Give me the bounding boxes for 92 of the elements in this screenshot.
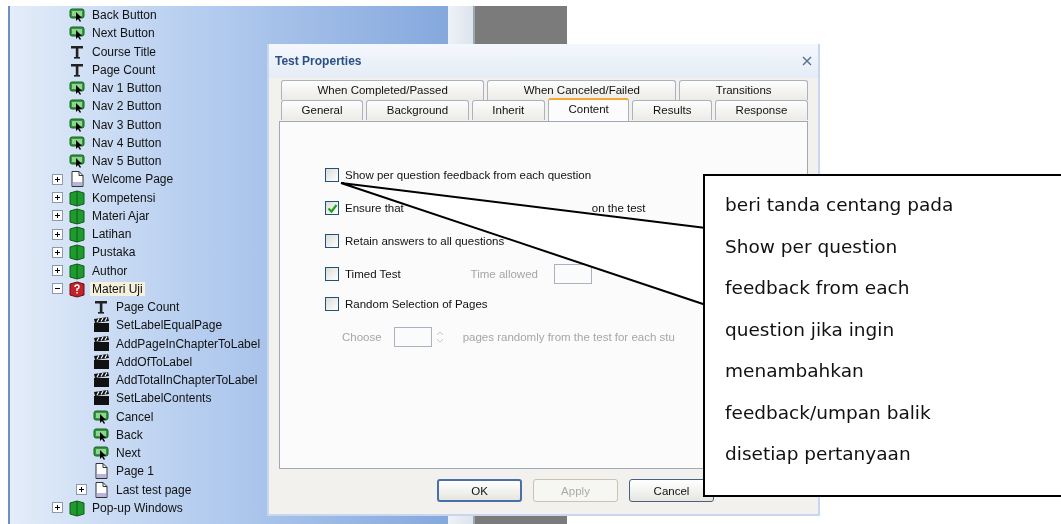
input-field[interactable]: [553, 264, 592, 284]
tab[interactable]: When Completed/Passed: [281, 80, 485, 100]
tree-item[interactable]: Nav 2 Button: [90, 99, 164, 114]
checkbox-label: Retain answers to all questions: [345, 235, 505, 247]
tree-item[interactable]: Page Count: [114, 300, 182, 315]
tab[interactable]: When Canceled/Failed: [487, 80, 677, 100]
tree-item[interactable]: Page 1: [114, 464, 157, 479]
tree-item[interactable]: SetLabelEqualPage: [114, 318, 225, 333]
tree-item[interactable]: Welcome Page: [90, 172, 176, 187]
expand-icon[interactable]: [51, 228, 63, 240]
button-icon: [68, 115, 86, 134]
field-label: pages randomly from the test for each stu: [462, 331, 675, 343]
text-icon: [92, 298, 110, 317]
checkbox[interactable]: [325, 267, 339, 281]
tree-item[interactable]: Author: [90, 263, 130, 278]
dialog-button[interactable]: OK: [437, 479, 522, 502]
tree-item[interactable]: Nav 3 Button: [90, 117, 164, 132]
tree-item[interactable]: SetLabelContents: [114, 391, 214, 406]
tree-item[interactable]: Materi Uji: [90, 281, 145, 296]
button-icon: [68, 6, 86, 25]
book-icon: [68, 225, 86, 244]
tree-item[interactable]: Next: [114, 446, 143, 461]
tree-item[interactable]: Nav 5 Button: [90, 154, 164, 169]
tree-item[interactable]: Kompetensi: [90, 190, 158, 205]
expand-icon[interactable]: [51, 192, 63, 204]
tab[interactable]: General: [281, 100, 364, 120]
checkbox-label: Timed Test: [345, 268, 401, 280]
button-icon: [68, 97, 86, 116]
tree-item[interactable]: AddOfToLabel: [114, 354, 195, 369]
book-icon: [68, 206, 86, 225]
book-icon: [68, 188, 86, 207]
tab[interactable]: Results: [632, 100, 712, 120]
tab[interactable]: Inherit: [471, 100, 545, 120]
tree-item[interactable]: Nav 4 Button: [90, 135, 164, 150]
collapse-icon[interactable]: [51, 283, 63, 295]
tab[interactable]: Transitions: [679, 80, 808, 100]
checkbox[interactable]: [325, 297, 339, 311]
expand-icon[interactable]: [51, 246, 63, 258]
tree-item[interactable]: Pop-up Windows: [90, 500, 185, 515]
field-label: Choose: [342, 331, 382, 343]
tree-item[interactable]: Cancel: [114, 409, 156, 424]
clapperboard-icon: [92, 352, 110, 371]
checkbox[interactable]: [325, 234, 339, 248]
tree-item[interactable]: Pustaka: [90, 245, 138, 260]
close-icon[interactable]: [802, 56, 812, 66]
expand-icon[interactable]: [51, 502, 63, 514]
tab[interactable]: Content: [547, 98, 630, 121]
page-icon: [92, 480, 110, 499]
checkbox-label: on the test: [591, 202, 646, 214]
checkbox-label: Random Selection of Pages: [345, 298, 488, 310]
expand-icon[interactable]: [51, 210, 63, 222]
clapperboard-icon: [92, 389, 110, 408]
tab[interactable]: Background: [366, 100, 469, 120]
input-field[interactable]: [393, 327, 432, 347]
book-icon: [68, 243, 86, 262]
clapperboard-icon: [92, 334, 110, 353]
expand-icon[interactable]: [51, 265, 63, 277]
clapperboard-icon: [92, 371, 110, 390]
checkbox[interactable]: [325, 168, 339, 182]
button-icon: [68, 152, 86, 171]
checkbox[interactable]: [325, 201, 339, 215]
book-icon: [68, 498, 86, 517]
clapperboard-icon: [92, 316, 110, 335]
tree-item[interactable]: Course Title: [90, 44, 159, 59]
button-icon: [68, 133, 86, 152]
page-icon: [92, 462, 110, 481]
tree-item[interactable]: Next Button: [90, 26, 157, 41]
field-label: Time allowed: [470, 268, 538, 280]
tree-item[interactable]: AddTotalInChapterToLabel: [114, 373, 260, 388]
book-icon: [68, 261, 86, 280]
callout-text: beri tanda centang pada Show per question feedback from each question jika ingin menambahkan feedback/umpan balik disetiap pertanyaan: [725, 193, 955, 466]
tree-item[interactable]: Nav 1 Button: [90, 81, 164, 96]
tree-item[interactable]: Materi Ajar: [90, 208, 152, 223]
tab[interactable]: Response: [715, 100, 808, 120]
tree-item[interactable]: Latihan: [90, 227, 134, 242]
tree-item[interactable]: Back: [114, 427, 145, 442]
button-icon: [68, 24, 86, 43]
checkbox-label: Show per question feedback from each question: [345, 169, 592, 181]
tree-item[interactable]: AddPageInChapterToLabel: [114, 336, 263, 351]
button-icon: [92, 407, 110, 426]
expand-icon[interactable]: [51, 173, 63, 185]
book-icon: [68, 279, 86, 298]
window-title: Test Properties: [275, 54, 362, 68]
page-icon: [68, 170, 86, 189]
tree-item[interactable]: Back Button: [90, 8, 159, 23]
tree-item[interactable]: Last test page: [114, 482, 194, 497]
button-icon: [68, 79, 86, 98]
expand-icon[interactable]: [75, 484, 87, 496]
tree-item[interactable]: Page Count: [90, 62, 158, 77]
checkbox-label: Ensure that: [345, 202, 404, 214]
button-icon: [92, 444, 110, 463]
button-icon: [92, 425, 110, 444]
